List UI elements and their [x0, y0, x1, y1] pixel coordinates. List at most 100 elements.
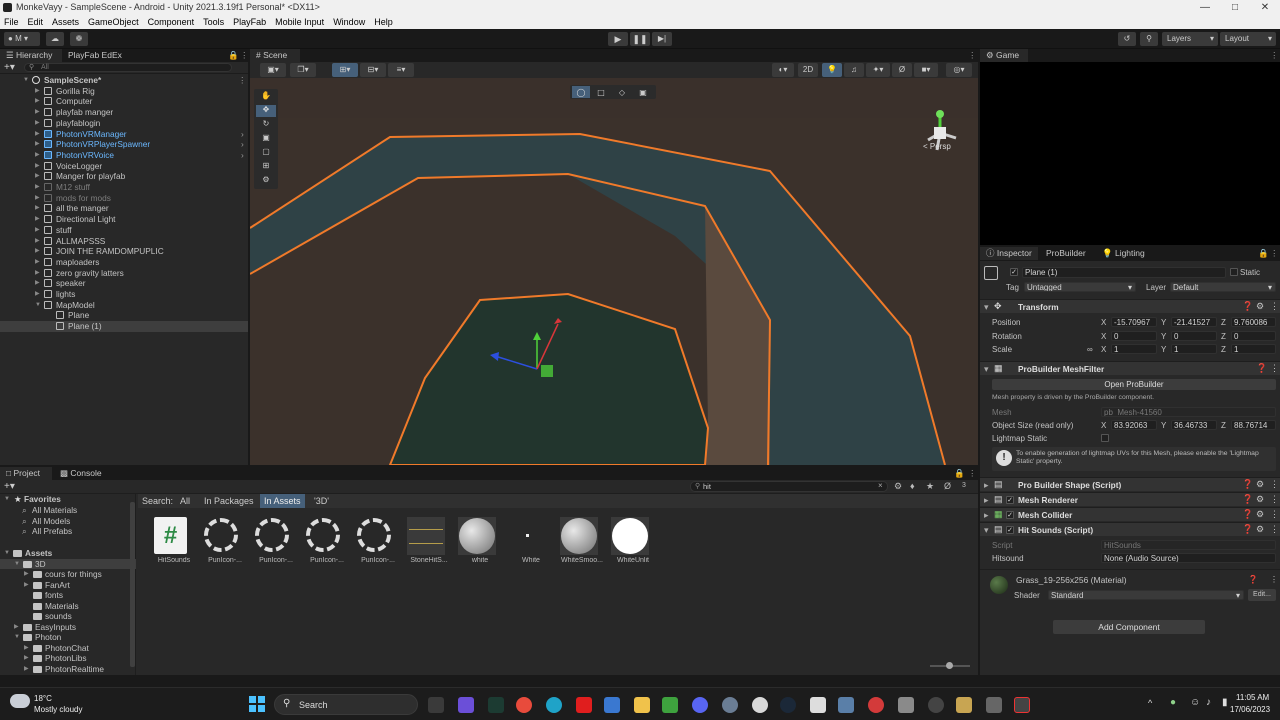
chevron-right-icon[interactable]: › — [241, 139, 244, 150]
help-icon[interactable]: ❓ — [1242, 494, 1253, 505]
chevron-right-icon[interactable]: › — [241, 129, 244, 140]
foldout-arrow-icon[interactable]: ▶ — [35, 171, 40, 182]
settings-icon[interactable]: ⚙ — [1256, 301, 1264, 312]
more-icon[interactable]: ⋮ — [1270, 301, 1279, 312]
layers-dropdown[interactable]: Layers ▾ — [1162, 32, 1218, 46]
menu-help[interactable]: Help — [374, 15, 393, 29]
tray-chevron-up-icon[interactable]: ^ — [1148, 698, 1152, 708]
help-icon[interactable]: ❓ — [1242, 301, 1253, 312]
hitsound-field[interactable]: None (Audio Source) — [1101, 553, 1276, 563]
hierarchy-item[interactable]: ▶ PhotonVRVoice › — [0, 150, 248, 161]
teams-icon[interactable] — [458, 697, 474, 713]
tab-console[interactable]: ▩ Console — [56, 467, 108, 480]
game-app-icon[interactable] — [956, 697, 972, 713]
scale-y-field[interactable]: 1 — [1171, 344, 1217, 354]
menu-playfab[interactable]: PlayFab — [233, 15, 266, 29]
position-y-field[interactable]: -21.41527 — [1171, 317, 1217, 327]
discord-icon[interactable] — [692, 697, 708, 713]
favorite-item[interactable]: ⌕ All Prefabs — [0, 526, 136, 537]
more-icon[interactable]: ⋮ — [1270, 524, 1279, 535]
meshfilter-header[interactable]: ▾ ▦ ProBuilder MeshFilter ❓ ⋮ — [980, 361, 1280, 375]
play-button[interactable]: ▶ — [608, 32, 628, 46]
global-icon[interactable]: ⊟▾ — [360, 63, 386, 77]
mesh-collider-header[interactable]: ▸ ▦ ✓ Mesh Collider ❓ ⚙ ⋮ — [980, 507, 1280, 521]
minimize-button[interactable]: — — [1190, 0, 1220, 15]
transform-header[interactable]: ▾ ✥ Transform ❓ ⚙ ⋮ — [980, 299, 1280, 313]
foldout-arrow-icon[interactable]: ▶ — [35, 129, 40, 140]
more-icon[interactable]: ⋮ — [1266, 49, 1279, 62]
move-tool-icon[interactable]: ✥ — [256, 105, 276, 117]
persp-label[interactable]: < Persp — [923, 142, 951, 151]
foldout-arrow-icon[interactable]: ▶ — [35, 214, 40, 225]
hierarchy-item[interactable]: ▶ Gorilla Rig — [0, 86, 248, 97]
maximize-button[interactable]: □ — [1220, 0, 1250, 15]
asset-folder-item[interactable]: ▼ Photon — [0, 632, 136, 643]
position-z-field[interactable]: 9.760086 — [1231, 317, 1276, 327]
asset-item[interactable]: PunIcon-... — [354, 515, 402, 567]
hit-sounds-header[interactable]: ▾ ▤ ✓ Hit Sounds (Script) ❓ ⚙ ⋮ — [980, 522, 1280, 536]
open-probuilder-button[interactable]: Open ProBuilder — [992, 379, 1276, 390]
custom-tool-icon[interactable]: ⚙ — [256, 175, 276, 187]
pause-button[interactable]: ❚❚ — [630, 32, 650, 46]
tab-probuilder[interactable]: ProBuilder — [1042, 247, 1096, 260]
hierarchy-item[interactable]: ▶ playfab manger — [0, 107, 248, 118]
foldout-arrow-icon[interactable]: ▶ — [35, 161, 40, 172]
add-component-button[interactable]: Add Component — [1053, 620, 1205, 634]
hierarchy-item[interactable]: ▶ zero gravity latters — [0, 268, 248, 279]
hierarchy-item[interactable]: ▶ M12 stuff — [0, 182, 248, 193]
more-icon[interactable]: ⋮ — [238, 75, 246, 86]
foldout-arrow-icon[interactable]: ▶ — [35, 278, 40, 289]
unity-hub-icon[interactable] — [986, 697, 1002, 713]
more-icon[interactable]: ⋮ — [1270, 479, 1279, 490]
tab-hierarchy[interactable]: ☰ Hierarchy — [0, 49, 62, 62]
foldout-arrow-icon[interactable]: ▶ — [35, 225, 40, 236]
foldout-arrow-icon[interactable]: ▶ — [35, 289, 40, 300]
menu-tools[interactable]: Tools — [203, 15, 224, 29]
more-icon[interactable]: ⋮ — [1270, 363, 1279, 374]
asset-folder-item[interactable]: sounds — [0, 611, 136, 622]
settings-icon[interactable]: ⚙ — [1256, 524, 1264, 535]
asset-item[interactable]: PunIcon-... — [303, 515, 351, 567]
obs-icon[interactable] — [1014, 697, 1030, 713]
help-icon[interactable]: ❓ — [1242, 524, 1253, 535]
microphone-icon[interactable]: ● — [1170, 697, 1176, 708]
tab-game[interactable]: ⚙ Game — [980, 49, 1028, 62]
media-player-icon[interactable] — [868, 697, 884, 713]
rotation-y-field[interactable]: 0 — [1171, 331, 1217, 341]
hierarchy-item[interactable]: ▶ playfablogin — [0, 118, 248, 129]
favorite-item[interactable]: ⌕ All Materials — [0, 505, 136, 516]
settings-icon[interactable] — [722, 697, 738, 713]
wifi-icon[interactable]: ☺ — [1190, 697, 1200, 708]
zoom-slider-handle[interactable] — [946, 662, 953, 669]
asset-folder-item[interactable]: ▶ cours for things — [0, 569, 136, 580]
pb-face-icon[interactable]: ▣ — [639, 88, 647, 97]
hierarchy-item[interactable]: ▶ VoiceLogger — [0, 161, 248, 172]
hierarchy-item[interactable]: ▶ JOIN THE RAMDOMPUPLIC — [0, 246, 248, 257]
rotation-z-field[interactable]: 0 — [1231, 331, 1276, 341]
hierarchy-item[interactable]: ▶ PhotonVRPlayerSpawner › — [0, 139, 248, 150]
foldout-arrow-icon[interactable]: ▶ — [35, 182, 40, 193]
rotate-tool-icon[interactable]: ↻ — [256, 119, 276, 131]
step-button[interactable]: ▶| — [652, 32, 672, 46]
clock-date[interactable]: 17/06/2023 — [1230, 705, 1270, 714]
foldout-arrow-icon[interactable]: ▼ — [35, 300, 41, 311]
asset-item[interactable]: WhiteSmoo... — [558, 515, 606, 567]
foldout-arrow-icon[interactable]: ▼ — [23, 75, 29, 86]
pb-vertex-icon[interactable]: □ — [597, 88, 605, 97]
asset-item[interactable]: # HitSounds — [150, 515, 198, 567]
tab-project[interactable]: □ Project — [0, 467, 52, 480]
photos-icon[interactable] — [838, 697, 854, 713]
menu-edit[interactable]: Edit — [28, 15, 44, 29]
menu-gameobject[interactable]: GameObject — [88, 15, 139, 29]
asset-folder-item[interactable]: ▶ PhotonRealtime — [0, 664, 136, 675]
hierarchy-search-input[interactable]: ⚲ All — [24, 63, 232, 72]
asset-folder-item[interactable]: ▶ EasyInputs — [0, 622, 136, 633]
asset-item[interactable]: StoneHitS... — [405, 515, 453, 567]
foldout-arrow-icon[interactable]: ▶ — [35, 257, 40, 268]
rect-tool-icon[interactable]: ▢ — [256, 147, 276, 159]
lightmap-static-checkbox[interactable] — [1101, 434, 1109, 442]
pb-edge-icon[interactable]: ◇ — [619, 88, 626, 97]
help-icon[interactable]: ❓ — [1242, 509, 1253, 520]
hierarchy-item[interactable]: ▶ lights — [0, 289, 248, 300]
hand-tool-icon[interactable]: ✋ — [256, 91, 276, 103]
